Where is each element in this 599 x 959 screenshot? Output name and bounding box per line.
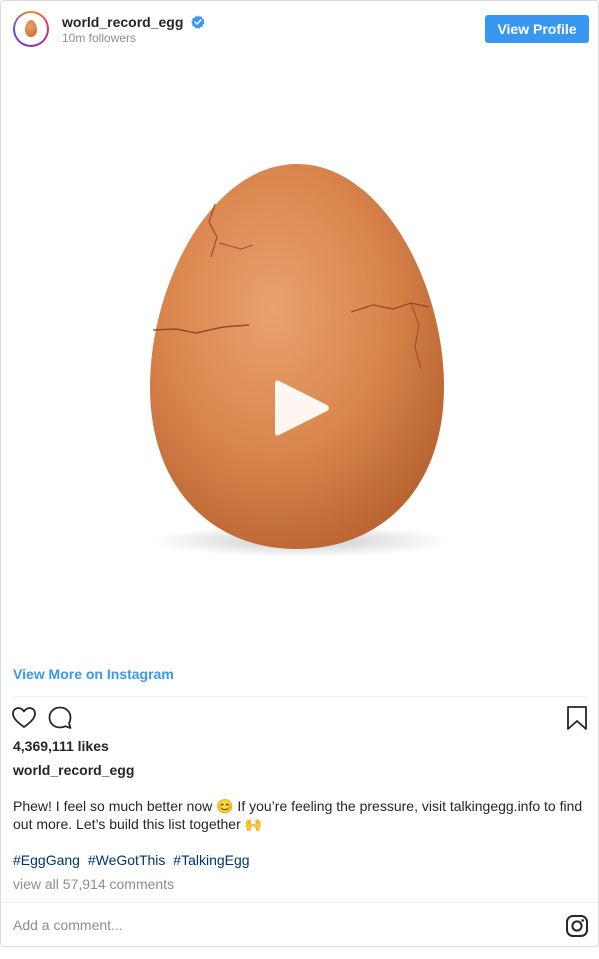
comment-icon[interactable] (47, 705, 73, 731)
play-icon[interactable] (271, 375, 333, 441)
egg-avatar-image (25, 20, 37, 37)
view-profile-button[interactable]: View Profile (485, 15, 589, 43)
caption-author[interactable]: world_record_egg (13, 762, 134, 778)
add-comment-input[interactable]: Add a comment... (13, 917, 123, 933)
bookmark-icon[interactable] (566, 705, 588, 731)
hashtag-list: #EggGang #WeGotThis #TalkingEgg (13, 852, 254, 868)
follower-count: 10m followers (62, 31, 137, 45)
divider (1, 902, 598, 903)
hashtag-link[interactable]: #EggGang (13, 852, 80, 868)
username-link[interactable]: world_record_egg (62, 14, 183, 30)
heart-icon[interactable] (11, 705, 37, 731)
instagram-embed-card: world_record_egg 10m followers View Prof… (0, 0, 599, 947)
like-count: 4,369,111 likes (13, 738, 109, 754)
caption-text: Phew! I feel so much better now 😊 If you… (13, 798, 583, 832)
egg-image (150, 164, 451, 557)
divider (13, 696, 587, 697)
hashtag-link[interactable]: #TalkingEgg (173, 852, 249, 868)
verified-badge-icon (191, 15, 205, 29)
hashtag-link[interactable]: #WeGotThis (88, 852, 166, 868)
instagram-logo-icon[interactable] (565, 914, 589, 938)
view-all-comments-link[interactable]: view all 57,914 comments (13, 876, 174, 892)
avatar[interactable] (13, 11, 49, 47)
video-media[interactable] (1, 57, 598, 654)
view-more-link[interactable]: View More on Instagram (13, 666, 174, 682)
post-header: world_record_egg 10m followers View Prof… (1, 1, 598, 57)
